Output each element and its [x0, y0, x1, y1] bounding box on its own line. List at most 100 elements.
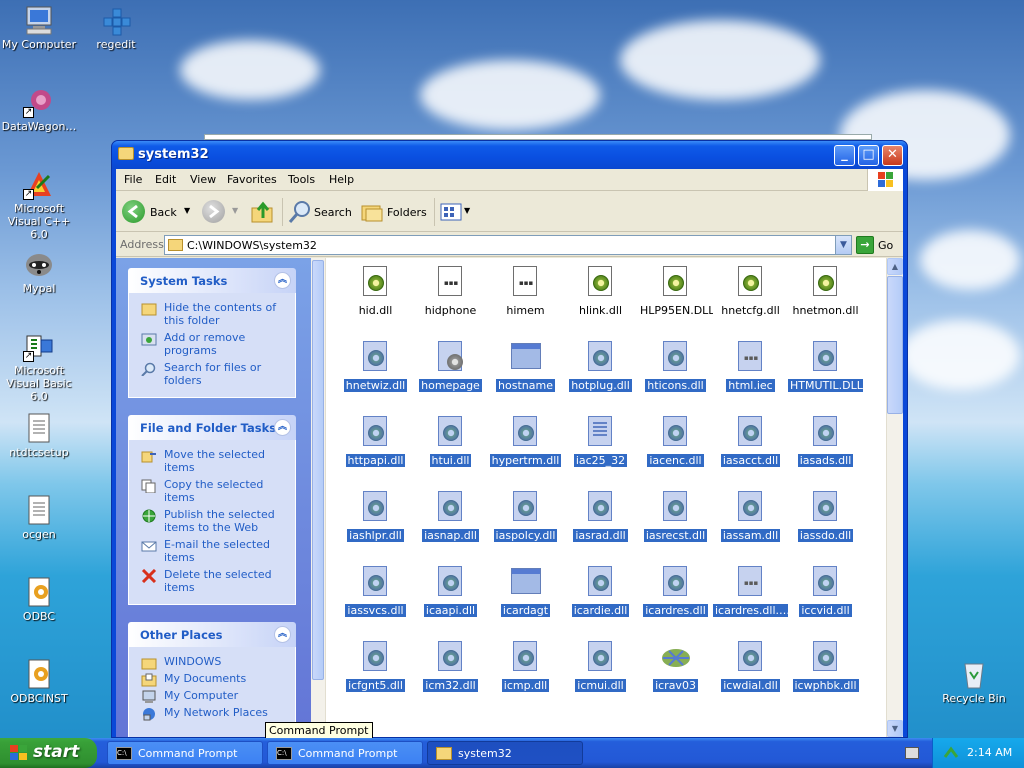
desktop-icon-ntdtcsetup[interactable]: ntdtcsetup [0, 412, 78, 459]
desktop-icon-odbc[interactable]: ODBC [0, 576, 78, 623]
file-item[interactable]: icfgnt5.dll [338, 641, 413, 711]
file-item[interactable]: iasrad.dll [563, 491, 638, 561]
desktop-icon-visual-basic[interactable]: ↗ Microsoft Visual Basic 6.0 [0, 330, 78, 403]
task-publish[interactable]: Publish the selected items to the Web [141, 508, 289, 534]
chevron-down-icon[interactable]: ▼ [184, 206, 190, 215]
file-item[interactable]: HTMUTIL.DLL [788, 341, 863, 411]
desktop-icon-mypal[interactable]: Mypal [0, 248, 78, 295]
file-item[interactable]: hotplug.dll [563, 341, 638, 411]
other-places-header[interactable]: Other Places ︽ [128, 622, 296, 647]
desktop-icon-ocgen[interactable]: ocgen [0, 494, 78, 541]
task-search-files[interactable]: Search for files or folders [141, 361, 289, 387]
file-item[interactable]: icardagt [488, 566, 563, 636]
start-button[interactable]: start [0, 738, 97, 768]
collapse-icon[interactable]: ︽ [274, 419, 291, 436]
file-item[interactable]: hticons.dll [638, 341, 713, 411]
file-item[interactable]: iassdo.dll [788, 491, 863, 561]
desktop-icon-datawagon[interactable]: ↗ DataWagon… [0, 86, 78, 133]
file-item[interactable]: hypertrm.dll [488, 416, 563, 486]
file-item[interactable]: icmui.dll [563, 641, 638, 711]
file-item[interactable]: icm32.dll [413, 641, 488, 711]
desktop-icon-regedit[interactable]: regedit [77, 4, 155, 51]
file-item[interactable]: HLP95EN.DLL [638, 266, 713, 336]
file-item[interactable]: icaapi.dll [413, 566, 488, 636]
file-item[interactable]: homepage [413, 341, 488, 411]
close-button[interactable]: ✕ [882, 145, 903, 166]
file-item[interactable]: iashlpr.dll [338, 491, 413, 561]
maximize-button[interactable]: □ [858, 145, 879, 166]
menu-tools[interactable]: Tools [288, 173, 315, 186]
file-folder-tasks-header[interactable]: File and Folder Tasks ︽ [128, 415, 296, 440]
scrollbar-thumb[interactable] [887, 276, 903, 414]
title-bar[interactable]: system32 _ □ ✕ [112, 141, 907, 169]
file-item[interactable]: ▪▪▪ html.iec [713, 341, 788, 411]
task-hide-contents[interactable]: Hide the contents of this folder [141, 301, 289, 327]
file-item[interactable]: icwdial.dll [713, 641, 788, 711]
vertical-scrollbar[interactable]: ▲ ▼ [886, 258, 903, 737]
network-tray-icon[interactable] [943, 745, 959, 761]
task-move[interactable]: Move the selected items [141, 448, 289, 474]
scroll-down-icon[interactable]: ▼ [887, 720, 903, 737]
taskbar-item-command-prompt-2[interactable]: C:\ Command Prompt [267, 741, 423, 765]
file-item[interactable]: icmp.dll [488, 641, 563, 711]
file-item[interactable]: iccvid.dll [788, 566, 863, 636]
file-item[interactable]: htui.dll [413, 416, 488, 486]
file-item[interactable]: hnetwiz.dll [338, 341, 413, 411]
file-item[interactable]: icwphbk.dll [788, 641, 863, 711]
desktop-icon-recycle-bin[interactable]: Recycle Bin [935, 658, 1013, 705]
task-copy[interactable]: Copy the selected items [141, 478, 289, 504]
file-item[interactable]: iassvcs.dll [338, 566, 413, 636]
task-delete[interactable]: Delete the selected items [141, 568, 289, 594]
keyboard-icon[interactable] [905, 747, 919, 759]
address-dropdown-button[interactable]: ▼ [835, 236, 851, 254]
file-item[interactable]: hostname [488, 341, 563, 411]
place-my-network-places[interactable]: My Network Places [141, 706, 289, 721]
up-folder-button[interactable] [250, 200, 276, 224]
file-item[interactable]: iasacct.dll [713, 416, 788, 486]
back-button[interactable]: Back ▼ [122, 200, 192, 224]
file-item[interactable]: iasads.dll [788, 416, 863, 486]
collapse-icon[interactable]: ︽ [274, 272, 291, 289]
scroll-up-icon[interactable]: ▲ [887, 258, 903, 275]
place-my-computer[interactable]: My Computer [141, 689, 289, 703]
search-button[interactable]: Search [288, 200, 354, 224]
taskbar-item-command-prompt-1[interactable]: C:\ Command Prompt [107, 741, 263, 765]
pane-scrollbar[interactable] [311, 258, 326, 737]
menu-help[interactable]: Help [329, 173, 354, 186]
place-windows[interactable]: WINDOWS [141, 655, 289, 670]
menu-view[interactable]: View [190, 173, 216, 186]
minimize-button[interactable]: _ [834, 145, 855, 166]
file-item[interactable]: hlink.dll [563, 266, 638, 336]
views-button[interactable]: ▼ [440, 200, 472, 224]
desktop-icon-my-computer[interactable]: My Computer [0, 4, 78, 51]
file-item[interactable]: hnetcfg.dll [713, 266, 788, 336]
file-item[interactable]: iasnap.dll [413, 491, 488, 561]
address-input[interactable]: C:\WINDOWS\system32 ▼ [164, 235, 852, 255]
collapse-icon[interactable]: ︽ [274, 626, 291, 643]
file-item[interactable]: ▪▪▪ icardres.dll.… [713, 566, 788, 636]
file-item[interactable]: iac25_32 [563, 416, 638, 486]
file-item[interactable]: iaspolcy.dll [488, 491, 563, 561]
file-item[interactable]: icardres.dll [638, 566, 713, 636]
file-item[interactable]: iacenc.dll [638, 416, 713, 486]
folders-button[interactable]: Folders [360, 200, 427, 224]
clock[interactable]: 2:14 AM [967, 746, 1012, 759]
file-item[interactable]: httpapi.dll [338, 416, 413, 486]
file-item[interactable]: iasrecst.dll [638, 491, 713, 561]
forward-button[interactable]: ▼ [202, 200, 242, 224]
desktop-icon-odbcinst[interactable]: ODBCINST [0, 658, 78, 705]
file-item[interactable]: hid.dll [338, 266, 413, 336]
file-item[interactable]: icardie.dll [563, 566, 638, 636]
system-tasks-header[interactable]: System Tasks ︽ [128, 268, 296, 293]
file-item[interactable]: hnetmon.dll [788, 266, 863, 336]
desktop-icon-visual-cpp[interactable]: ↗ Microsoft Visual C++ 6.0 [0, 168, 78, 241]
file-item[interactable]: ▪▪▪ hidphone [413, 266, 488, 336]
file-item[interactable]: iassam.dll [713, 491, 788, 561]
menu-edit[interactable]: Edit [155, 173, 176, 186]
menu-file[interactable]: File [124, 173, 142, 186]
menu-favorites[interactable]: Favorites [227, 173, 277, 186]
file-item[interactable]: ▪▪▪ himem [488, 266, 563, 336]
chevron-down-icon[interactable]: ▼ [232, 206, 238, 215]
pane-scrollbar-thumb[interactable] [312, 260, 324, 680]
file-item[interactable]: icrav03 [638, 641, 713, 711]
